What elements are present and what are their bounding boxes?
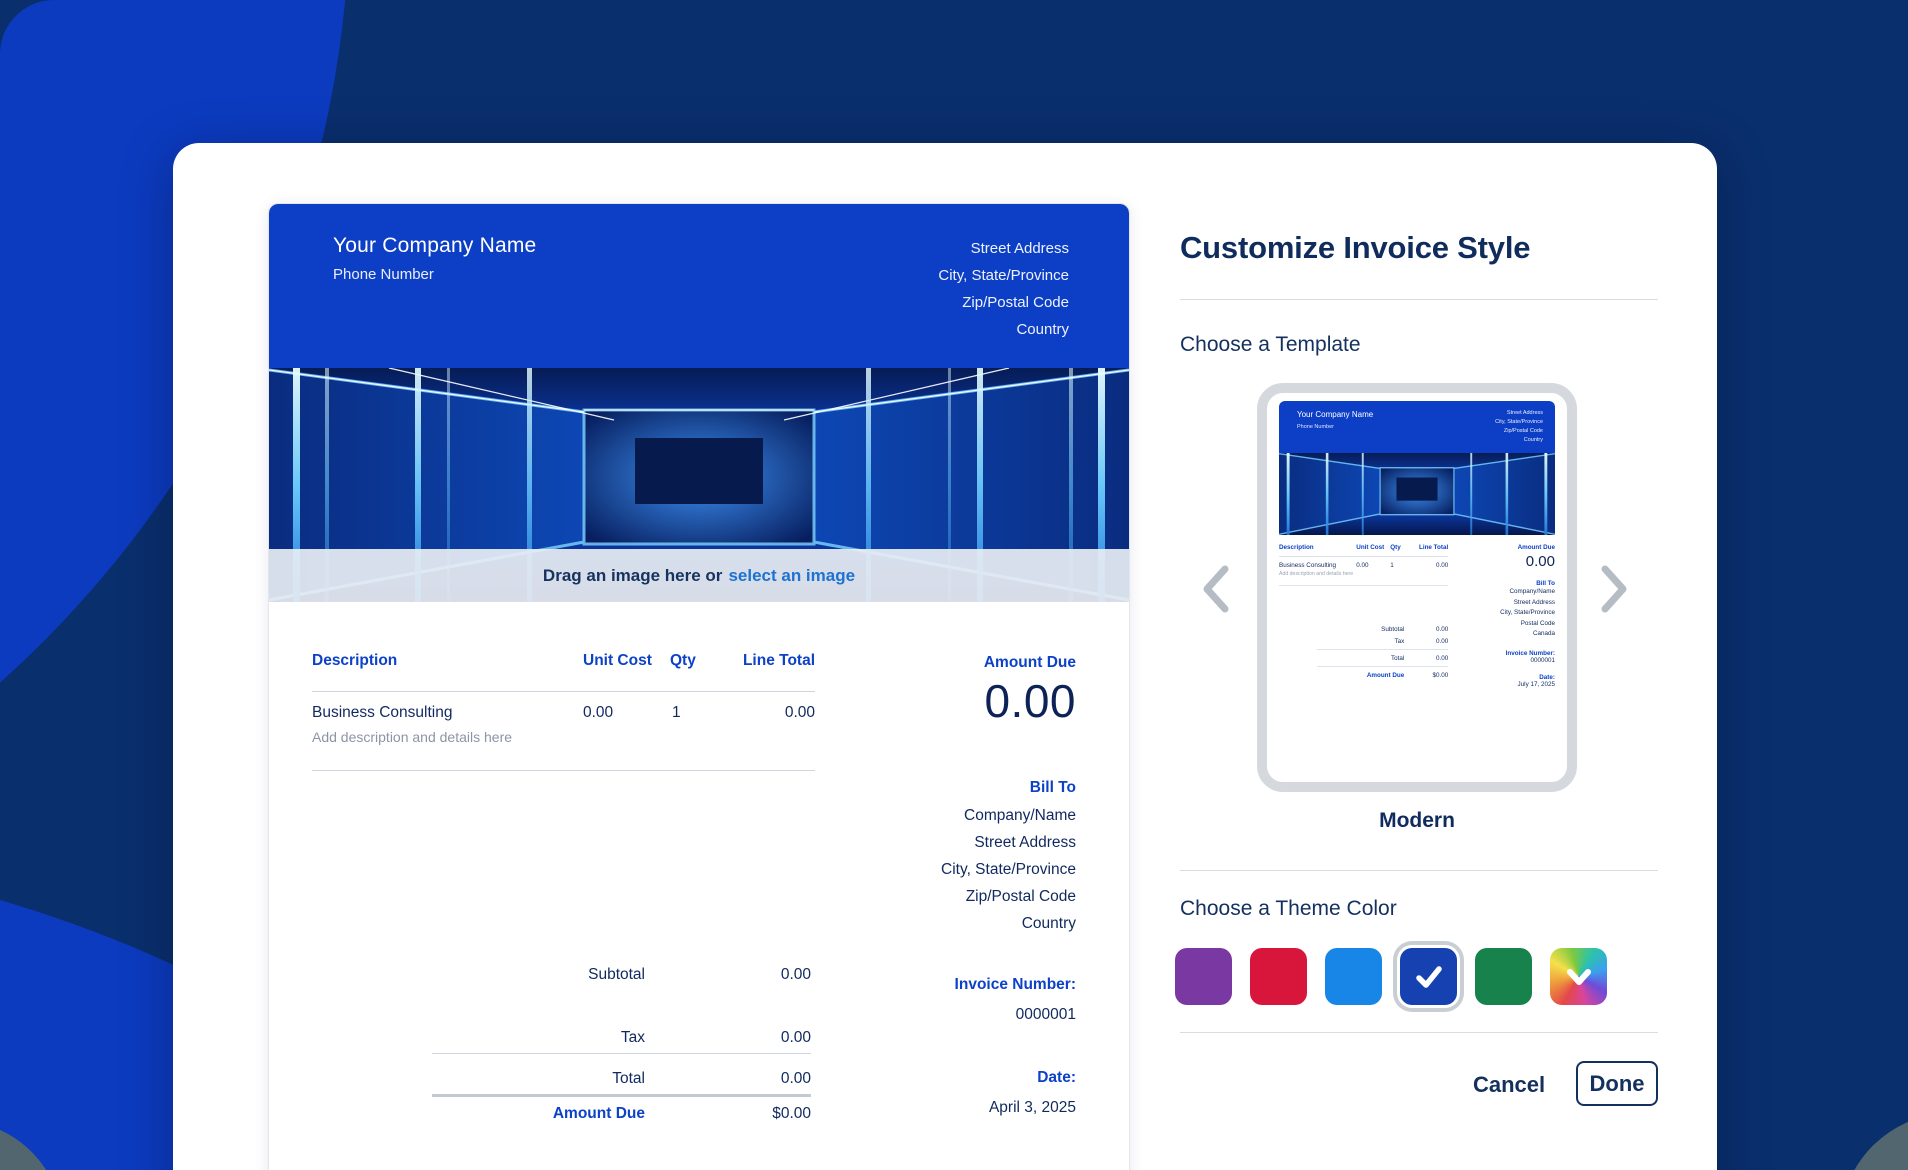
thumb-invoice-header: Your Company Name Phone Number Street Ad…	[1279, 401, 1555, 453]
color-swatch-custom-picker[interactable]	[1550, 948, 1607, 1005]
app-window: Your Company Name Phone Number Street Ad…	[0, 0, 1908, 1170]
divider	[1180, 1032, 1658, 1033]
total-value: 0.00	[781, 1070, 811, 1088]
thumb-tax-row: Tax0.00	[1279, 638, 1448, 645]
thumb-bill-to-label: Bill To	[1458, 580, 1555, 587]
address-line: Street Address	[938, 235, 1069, 262]
thumb-address-line: Street Address	[1495, 409, 1543, 418]
amount-due-row-value: $0.00	[772, 1105, 811, 1123]
theme-color-swatches	[1175, 948, 1607, 1005]
item-qty: 1	[672, 704, 681, 722]
thumb-address-line: Country	[1495, 436, 1543, 445]
color-swatch-dark-blue-selected[interactable]	[1400, 948, 1457, 1005]
thumb-company-phone: Phone Number	[1297, 424, 1334, 430]
color-swatch-crimson[interactable]	[1250, 948, 1307, 1005]
color-swatch-green[interactable]	[1475, 948, 1532, 1005]
color-swatch-bright-blue[interactable]	[1325, 948, 1382, 1005]
thumb-amount-due-value: 0.00	[1458, 553, 1555, 570]
company-address: Street Address City, State/Province Zip/…	[938, 235, 1069, 343]
thumb-invoice-number-label: Invoice Number:	[1458, 650, 1555, 657]
table-row-rule	[312, 770, 815, 771]
choose-theme-color-heading: Choose a Theme Color	[1180, 897, 1397, 921]
thumb-address-line: Zip/Postal Code	[1495, 427, 1543, 436]
bill-to-line: Street Address	[974, 834, 1076, 852]
company-phone: Phone Number	[333, 266, 434, 283]
col-line-total: Line Total	[743, 652, 815, 670]
customize-invoice-modal: Your Company Name Phone Number Street Ad…	[173, 143, 1717, 1170]
invoice-number-label: Invoice Number:	[955, 976, 1076, 994]
template-thumbnail-modern[interactable]: Your Company Name Phone Number Street Ad…	[1257, 383, 1577, 792]
col-description: Description	[312, 652, 397, 670]
thumb-date-value: July 17, 2025	[1458, 681, 1555, 688]
chevron-right-icon[interactable]	[1597, 563, 1631, 615]
item-description: Business Consulting	[312, 704, 452, 722]
table-header-rule	[312, 691, 815, 692]
bill-to-label: Bill To	[1030, 779, 1076, 797]
invoice-preview: Your Company Name Phone Number Street Ad…	[268, 203, 1130, 1170]
divider	[1180, 870, 1658, 871]
bill-to-line: Zip/Postal Code	[966, 888, 1076, 906]
thumb-table-row: Business Consulting 0.00 1 0.00	[1279, 562, 1448, 569]
invoice-number-value: 0000001	[1016, 1006, 1076, 1024]
col-qty: Qty	[670, 652, 696, 670]
thumb-company-name: Your Company Name	[1297, 410, 1373, 419]
address-line: Zip/Postal Code	[938, 289, 1069, 316]
company-name: Your Company Name	[333, 234, 536, 258]
select-image-link[interactable]: select an image	[728, 566, 855, 586]
color-swatch-purple[interactable]	[1175, 948, 1232, 1005]
thumb-item-details: Add description and details here	[1279, 571, 1448, 577]
thumb-address-line: City, State/Province	[1495, 418, 1543, 427]
drag-image-text: Drag an image here or	[543, 566, 723, 586]
invoice-header: Your Company Name Phone Number Street Ad…	[269, 204, 1129, 368]
thumb-invoice-number-value: 0000001	[1458, 657, 1555, 664]
amount-due-row-label: Amount Due	[553, 1105, 645, 1123]
bill-to-line: Country	[1022, 915, 1076, 933]
total-label: Total	[612, 1070, 645, 1088]
template-name: Modern	[1257, 809, 1577, 833]
cancel-button[interactable]: Cancel	[1473, 1072, 1545, 1098]
amount-due-value: 0.00	[984, 674, 1076, 728]
item-line-total: 0.00	[785, 704, 815, 722]
thumb-banner-image	[1279, 453, 1555, 535]
subtotal-label: Subtotal	[588, 966, 645, 984]
col-unit-cost: Unit Cost	[583, 652, 652, 670]
page-title: Customize Invoice Style	[1180, 230, 1530, 266]
choose-template-heading: Choose a Template	[1180, 333, 1361, 357]
thumb-amount-due-row: Amount Due$0.00	[1279, 672, 1448, 679]
thumb-company-address: Street Address City, State/Province Zip/…	[1495, 409, 1543, 445]
divider	[1180, 299, 1658, 300]
date-label: Date:	[1037, 1069, 1076, 1087]
image-drop-zone[interactable]: Drag an image here or select an image	[269, 368, 1129, 602]
drag-image-bar[interactable]: Drag an image here or select an image	[269, 549, 1129, 602]
thumb-amount-due-label: Amount Due	[1458, 544, 1555, 551]
date-value: April 3, 2025	[989, 1099, 1076, 1117]
tax-label: Tax	[621, 1029, 645, 1047]
bill-to-line: Company/Name	[964, 807, 1076, 825]
totals-rule-thick	[432, 1094, 811, 1097]
thumb-invoice-body: Description Unit Cost Qty Line Total Bus…	[1279, 535, 1555, 688]
subtotal-value: 0.00	[781, 966, 811, 984]
totals-rule	[432, 1053, 811, 1054]
thumb-bill-to-lines: Company/Name Street Address City, State/…	[1458, 587, 1555, 640]
chevron-down-icon	[1563, 965, 1595, 989]
thumb-subtotal-row: Subtotal0.00	[1279, 626, 1448, 633]
chevron-left-icon[interactable]	[1199, 563, 1233, 615]
item-unit-cost: 0.00	[583, 704, 613, 722]
thumb-date-label: Date:	[1458, 674, 1555, 681]
bill-to-line: City, State/Province	[941, 861, 1076, 879]
done-button[interactable]: Done	[1576, 1061, 1658, 1106]
amount-due-label: Amount Due	[984, 654, 1076, 672]
thumb-table-header: Description Unit Cost Qty Line Total	[1279, 544, 1448, 551]
address-line: City, State/Province	[938, 262, 1069, 289]
check-icon	[1414, 964, 1444, 990]
thumb-total-row: Total0.00	[1279, 655, 1448, 662]
item-details-placeholder: Add description and details here	[312, 729, 512, 745]
address-line: Country	[938, 316, 1069, 343]
tax-value: 0.00	[781, 1029, 811, 1047]
